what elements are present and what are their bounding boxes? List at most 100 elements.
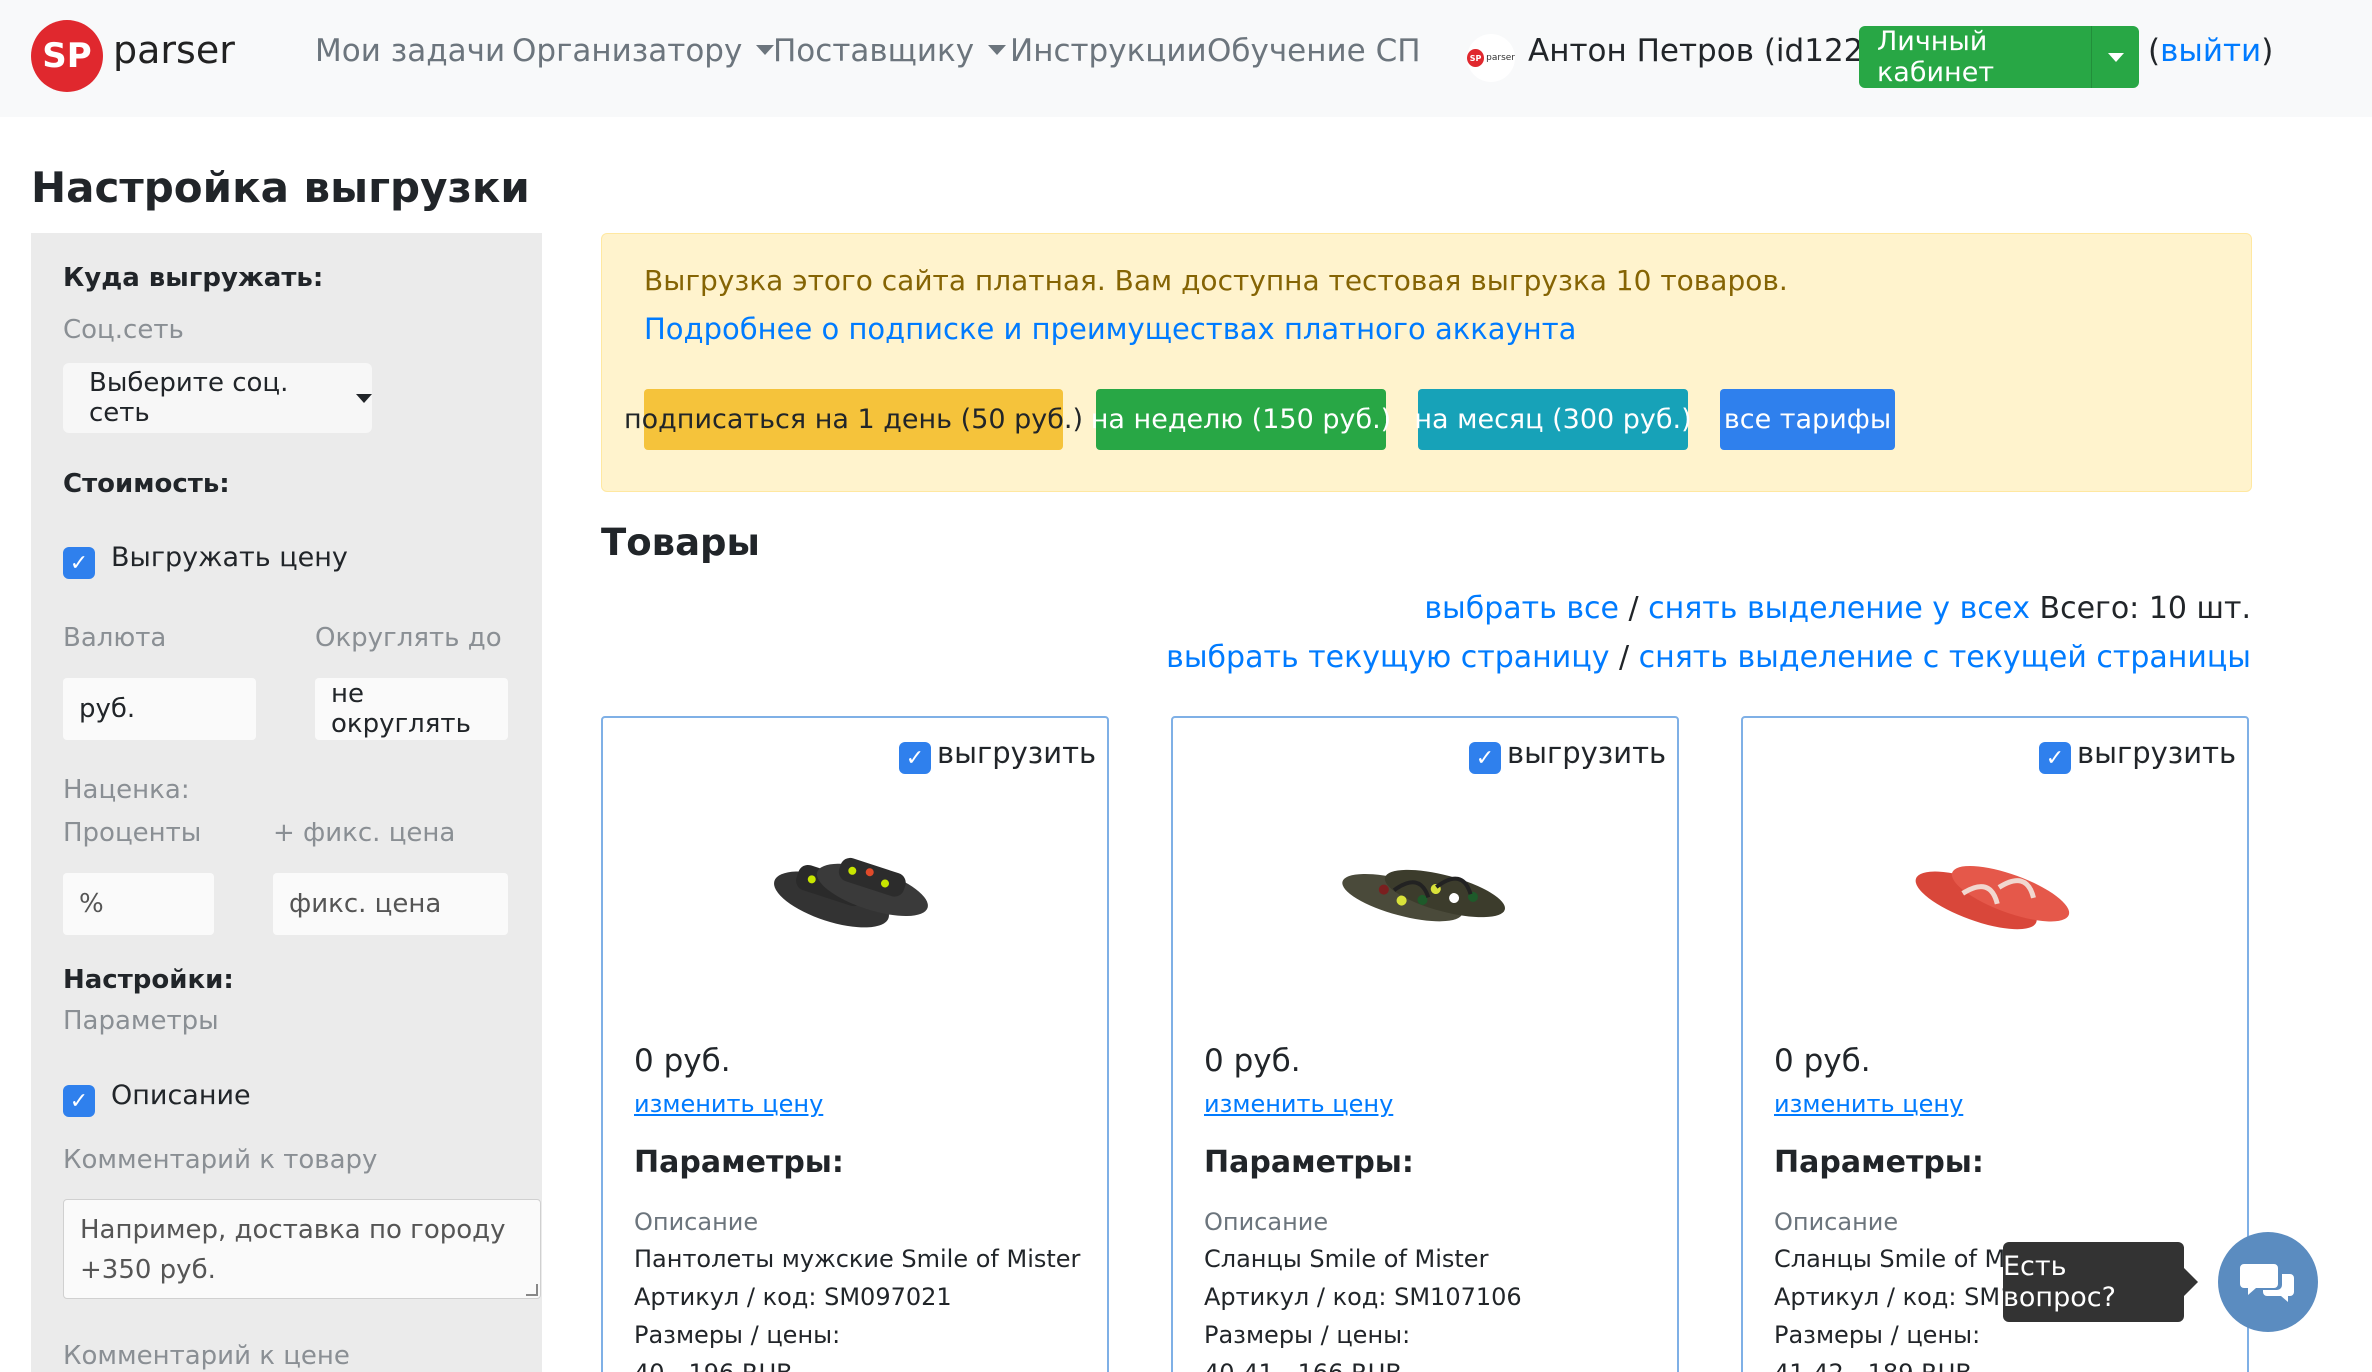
social-label: Соц.сеть [63, 315, 184, 345]
round-label: Округлять до [315, 623, 502, 653]
check-icon: ✓ [1475, 745, 1495, 771]
deselect-page-link[interactable]: снять выделение с текущей страницы [1639, 640, 2251, 675]
check-icon: ✓ [905, 745, 925, 771]
description-label: Описание [1204, 1208, 1329, 1236]
change-price-link[interactable]: изменить цену [634, 1090, 823, 1118]
select-all-line: выбрать все / снять выделение у всех Все… [1424, 591, 2251, 626]
comment-textarea[interactable]: Например, доставка по городу +350 руб. [63, 1199, 541, 1299]
select-page-link[interactable]: выбрать текущую страницу [1166, 640, 1609, 675]
product-price: 0 руб. [1774, 1043, 1871, 1079]
sizes-label: Размеры / цены: [1204, 1321, 1411, 1349]
top-navbar: SP parser Мои задачи Организатору Постав… [0, 0, 2372, 117]
sizes-label: Размеры / цены: [1774, 1321, 1981, 1349]
nav-organizer-label: Организатору [512, 33, 743, 69]
brand-name[interactable]: parser [113, 28, 235, 72]
chevron-down-icon [2107, 52, 2124, 62]
user-greeting: Антон Петров (id1221)! [1528, 33, 1908, 69]
deselect-all-link[interactable]: снять выделение у всех [1648, 591, 2030, 626]
export-label: выгрузить [937, 736, 1097, 770]
check-icon: ✓ [2045, 745, 2065, 771]
paid-export-alert: Выгрузка этого сайта платная. Вам доступ… [601, 233, 2252, 492]
sizes-value: 40-41 - 166 RUB [1204, 1359, 1402, 1372]
product-card: ✓ выгрузить 0 руб. изменить цену Парамет… [601, 716, 1109, 1372]
subscribe-week-button[interactable]: на неделю (150 руб.) [1091, 389, 1391, 450]
chat-bubbles-icon [2240, 1264, 2294, 1302]
params-title: Параметры: [1774, 1145, 1984, 1180]
subscribe-day-button[interactable]: подписаться на 1 день (50 руб.) [624, 389, 1083, 450]
check-icon: ✓ [69, 1088, 89, 1114]
product-sku: Артикул / код: SM097021 [634, 1283, 952, 1311]
check-icon: ✓ [69, 550, 89, 576]
separator: / [1618, 591, 1649, 626]
export-checkbox[interactable]: ✓ [899, 742, 931, 774]
percent-label: Проценты [63, 818, 202, 848]
camo-flipflops-icon[interactable] [1333, 828, 1513, 968]
export-price-label: Выгружать цену [111, 542, 348, 573]
export-checkbox[interactable]: ✓ [1469, 742, 1501, 774]
export-label: выгрузить [2077, 736, 2237, 770]
chevron-down-icon [756, 44, 775, 55]
page-title: Настройка выгрузки [31, 163, 530, 212]
round-select[interactable]: не округлять [315, 678, 508, 740]
nav-sp-training[interactable]: Обучение СП [1207, 33, 1421, 69]
description-label: Описание [1774, 1208, 1899, 1236]
params-title: Параметры: [1204, 1145, 1414, 1180]
subscribe-month-button[interactable]: на месяц (300 руб.) [1414, 389, 1692, 450]
product-name: Пантолеты мужские Smile of Mister [634, 1245, 1081, 1273]
separator: / [1609, 640, 1639, 675]
sizes-value: 40 - 196 RUB [634, 1359, 793, 1372]
export-label: выгрузить [1507, 736, 1667, 770]
products-title: Товары [601, 521, 760, 564]
chevron-down-icon [988, 44, 1007, 55]
paren-close: ) [2261, 33, 2274, 69]
chat-tooltip[interactable]: Есть вопрос? [2003, 1242, 2198, 1322]
description-checkbox[interactable]: ✓ [63, 1085, 95, 1117]
comment-placeholder-line2: +350 руб. [80, 1255, 216, 1285]
select-page-line: выбрать текущую страницу / снять выделен… [1166, 640, 2251, 675]
subscription-info-link[interactable]: Подробнее о подписке и преимуществах пла… [644, 312, 1576, 346]
comment-placeholder-line1: Например, доставка по городу [80, 1215, 506, 1245]
select-all-link[interactable]: выбрать все [1424, 591, 1619, 626]
change-price-link[interactable]: изменить цену [1774, 1090, 1963, 1118]
paren-open: ( [2148, 33, 2161, 69]
product-price: 0 руб. [1204, 1043, 1301, 1079]
cabinet-dropdown-toggle[interactable] [2091, 26, 2139, 88]
chevron-down-icon [356, 393, 372, 403]
red-flipflops-icon[interactable] [1903, 828, 2083, 968]
currency-input[interactable]: руб. [63, 678, 256, 740]
params-title: Параметры: [634, 1145, 844, 1180]
social-network-select[interactable]: Выберите соц. сеть [63, 363, 372, 433]
where-label: Куда выгружать: [63, 263, 324, 293]
avatar: SP parser [1467, 34, 1515, 82]
social-select-value: Выберите соц. сеть [89, 368, 289, 428]
comment-label: Комментарий к товару [63, 1145, 378, 1175]
settings-label: Настройки: [63, 965, 234, 995]
nav-supplier-dropdown[interactable]: Поставщику [773, 33, 1007, 69]
nav-my-tasks[interactable]: Мои задачи [315, 33, 505, 69]
fixed-price-input[interactable]: фикс. цена [273, 873, 508, 935]
logout-wrapper: (выйти) [2148, 33, 2273, 69]
logo-icon[interactable]: SP [31, 20, 103, 92]
avatar-brand: parser [1486, 53, 1515, 63]
change-price-link[interactable]: изменить цену [1204, 1090, 1393, 1118]
sizes-value: 41-42 - 189 RUB [1774, 1359, 1972, 1372]
params-label: Параметры [63, 1006, 219, 1036]
resize-handle-icon[interactable] [526, 1284, 538, 1296]
nav-organizer-dropdown[interactable]: Организатору [512, 33, 775, 69]
export-price-checkbox[interactable]: ✓ [63, 547, 95, 579]
percent-input[interactable]: % [63, 873, 214, 935]
chat-button[interactable] [2218, 1232, 2318, 1332]
nav-instructions[interactable]: Инструкции [1010, 33, 1207, 69]
currency-label: Валюта [63, 623, 167, 653]
product-sku: Артикул / код: SM107106 [1204, 1283, 1522, 1311]
logout-link[interactable]: выйти [2160, 33, 2261, 69]
personal-cabinet-button[interactable]: Личный кабинет [1859, 26, 2139, 88]
total-count: Всего: 10 шт. [2029, 591, 2251, 626]
sizes-label: Размеры / цены: [634, 1321, 841, 1349]
product-card: ✓ выгрузить 0 руб. изменить цену Парамет… [1171, 716, 1679, 1372]
all-tariffs-button[interactable]: все тарифы [1720, 389, 1895, 450]
export-settings-sidebar: Куда выгружать: Соц.сеть Выберите соц. с… [31, 233, 542, 1372]
product-name: Сланцы Smile of Mister [1204, 1245, 1489, 1273]
slide-sandals-icon[interactable] [763, 828, 943, 968]
export-checkbox[interactable]: ✓ [2039, 742, 2071, 774]
